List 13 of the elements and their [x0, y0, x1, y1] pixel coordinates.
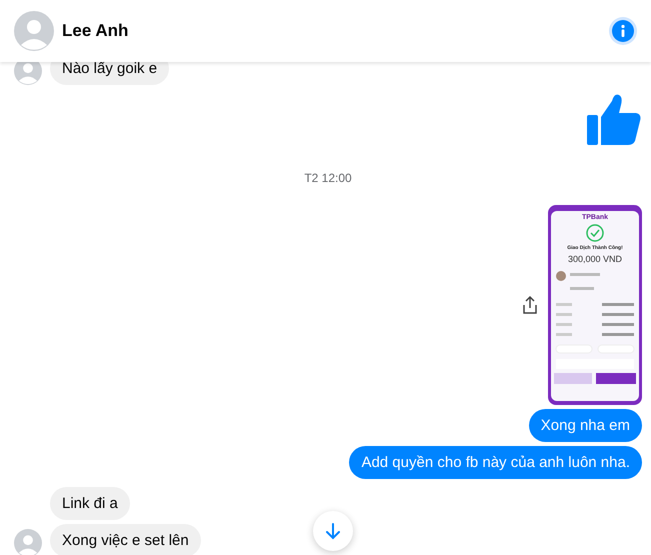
receipt-amount: 300,000 VND [568, 254, 622, 264]
scroll-down-button[interactable] [313, 511, 353, 551]
message-bubble: Xong việc e set lên [50, 524, 201, 555]
timestamp: T2 12:00 [304, 171, 352, 185]
check-icon [586, 224, 604, 242]
message-bubble: Add quyền cho fb này của anh luôn nha. [349, 446, 642, 479]
arrow-down-icon [323, 521, 343, 541]
info-button[interactable] [609, 17, 637, 45]
avatar-icon [14, 11, 54, 51]
message-bubble: Link đi a [50, 487, 130, 520]
contact-name: Lee Anh [62, 21, 130, 41]
info-icon [612, 20, 634, 42]
message-bubble: Xong nha em [528, 409, 642, 442]
